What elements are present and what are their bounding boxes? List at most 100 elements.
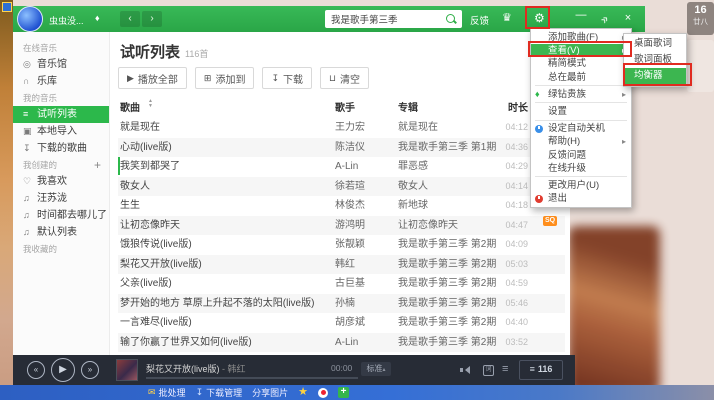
- mini-mode-button[interactable]: »: [597, 12, 611, 26]
- play-button[interactable]: ▶: [51, 358, 75, 382]
- nav-back-button[interactable]: ‹: [120, 11, 140, 27]
- menu-item-help[interactable]: 帮助(H)▸: [531, 135, 631, 148]
- table-row[interactable]: 敬女人徐若瑄敬女人04:14: [118, 177, 565, 197]
- heart-icon: ♡: [23, 173, 37, 190]
- group-online-music-label: 在线音乐: [13, 40, 109, 56]
- menu-item-exit[interactable]: 退出: [531, 192, 631, 205]
- sort-icon[interactable]: ▲▼: [148, 99, 156, 109]
- menu-item-compact-mode[interactable]: 精简模式: [531, 57, 631, 70]
- header-artist[interactable]: 歌手: [335, 99, 355, 114]
- menu-item-online-update[interactable]: 在线升级: [531, 162, 631, 175]
- table-row[interactable]: 心动(live版)陈洁仪我是歌手第三季 第1期04:36: [118, 138, 565, 158]
- cell-duration: 05:03: [462, 255, 528, 275]
- cell-artist: A-Lin: [335, 157, 393, 177]
- taskbar-item-download-manager[interactable]: ↧下载管理: [196, 386, 243, 399]
- group-my-music-label: 我的音乐: [13, 90, 109, 106]
- desktop-shortcut-icon[interactable]: [2, 2, 12, 12]
- vip-diamond-icon: ♦: [95, 13, 100, 23]
- playlist-toggle[interactable]: ≡116: [519, 360, 563, 380]
- cell-artist: 王力宏: [335, 118, 393, 138]
- menu-item-green-diamond-vip[interactable]: ♦绿钻贵族▸: [531, 88, 631, 101]
- volume-icon[interactable]: [460, 365, 472, 375]
- table-row[interactable]: 让初恋像昨天游鸿明让初恋像昨天04:47SQ: [118, 216, 565, 236]
- menu-item-help-label: 帮助(H): [548, 136, 580, 147]
- menu-item-always-on-top[interactable]: 总在最前: [531, 71, 631, 84]
- menu-item-switch-user[interactable]: 更改用户(U): [531, 179, 631, 192]
- table-row[interactable]: 梨花又开放(live版)韩红我是歌手第三季 第2期05:03: [118, 255, 565, 275]
- avatar[interactable]: [17, 6, 43, 32]
- header-duration[interactable]: 时长: [462, 99, 528, 114]
- taskbar-item-share-pictures[interactable]: 分享图片: [252, 386, 288, 399]
- search-icon[interactable]: [446, 14, 455, 23]
- table-row[interactable]: 输了你赢了世界又如何(live版)A-Lin我是歌手第三季 第2期03:52: [118, 333, 565, 353]
- add-to-button[interactable]: ⊞添加到: [195, 67, 255, 89]
- menu-item-feedback-issue[interactable]: 反馈问题: [531, 149, 631, 162]
- sidebar-item-local-import[interactable]: ▣本地导入: [13, 123, 109, 140]
- music-hall-icon: ◎: [23, 56, 37, 73]
- header-album[interactable]: 专辑: [398, 99, 418, 114]
- sidebar: 在线音乐◎音乐馆∩乐库我的音乐≡试听列表▣本地导入↧下载的歌曲我创建的+♡我喜欢…: [13, 32, 110, 355]
- album-art[interactable]: [116, 359, 138, 381]
- taskbar-item-batch[interactable]: ✉批处理: [148, 386, 186, 399]
- table-row[interactable]: 父亲(live版)古巨基我是歌手第三季 第2期04:59: [118, 274, 565, 294]
- star-bookmark-icon[interactable]: ★: [298, 387, 308, 398]
- cell-artist: 林俊杰: [335, 196, 393, 216]
- cell-song: 饿狼传说(live版): [120, 235, 192, 255]
- sidebar-item-playlist-wangsulong[interactable]: ♫汪苏泷: [13, 190, 109, 207]
- sidebar-item-listen-list[interactable]: ≡试听列表: [13, 106, 109, 123]
- sidebar-item-default-playlist[interactable]: ♫默认列表: [13, 224, 109, 241]
- previous-button[interactable]: «: [27, 361, 45, 379]
- table-row[interactable]: 梦开始的地方 草原上升起不落的太阳(live版)孙楠我是歌手第三季 第2期05:…: [118, 294, 565, 314]
- menu-item-compact-mode-label: 精简模式: [548, 58, 586, 69]
- menu-item-feedback-issue-label: 反馈问题: [548, 150, 586, 161]
- lyric-panel-icon[interactable]: 词: [483, 365, 494, 376]
- menu-separator: [535, 120, 627, 121]
- next-button[interactable]: »: [81, 361, 99, 379]
- sidebar-item-music-hall[interactable]: ◎音乐馆: [13, 56, 109, 73]
- table-row[interactable]: 一言难尽(live版)胡彦斌我是歌手第三季 第2期04:40: [118, 313, 565, 333]
- cell-song: 梨花又开放(live版): [120, 255, 202, 275]
- weibo-icon[interactable]: [318, 388, 328, 398]
- quality-selector[interactable]: 标准▴: [361, 362, 391, 376]
- sidebar-item-my-favorites[interactable]: ♡我喜欢: [13, 173, 109, 190]
- song-table: 就是现在王力宏就是现在04:12心动(live版)陈洁仪我是歌手第三季 第1期0…: [118, 118, 565, 352]
- clear-button[interactable]: ⊔清空: [320, 67, 369, 89]
- cell-artist: 张靓颖: [335, 235, 393, 255]
- add-plus-icon[interactable]: +: [338, 387, 349, 398]
- cell-song: 让初恋像昨天: [120, 216, 180, 236]
- close-button[interactable]: ×: [621, 12, 635, 24]
- create-playlist-button[interactable]: +: [94, 157, 101, 173]
- table-header: 歌曲 ▲▼ 歌手 专辑 时长: [118, 96, 565, 116]
- username[interactable]: 虫虫没...: [49, 14, 84, 27]
- search-input[interactable]: [325, 10, 445, 28]
- table-row[interactable]: 就是现在王力宏就是现在04:12: [118, 118, 565, 138]
- download-button[interactable]: ↧下载: [262, 67, 312, 89]
- now-playing[interactable]: 梨花又开放(live版) - 韩红: [146, 362, 246, 375]
- menu-item-settings[interactable]: 设置: [531, 105, 631, 118]
- menu-item-always-on-top-label: 总在最前: [548, 72, 586, 83]
- download-arrow-icon: ↧: [196, 387, 204, 398]
- sidebar-item-music-hall-label: 音乐馆: [37, 59, 67, 70]
- progress-bar[interactable]: [146, 377, 358, 379]
- note-icon: ♫: [23, 207, 37, 224]
- table-row[interactable]: 生生林俊杰新地球04:18SQ: [118, 196, 565, 216]
- vip-crown-icon[interactable]: ♛: [502, 11, 512, 24]
- table-row[interactable]: ▶⊞↧⋯我笑到都哭了A-Lin罪恶感04:29: [118, 157, 565, 177]
- submenu-item-desktop-lyrics-label: 桌面歌词: [634, 38, 672, 49]
- table-row[interactable]: 饿狼传说(live版)张靓颖我是歌手第三季 第2期04:09: [118, 235, 565, 255]
- sidebar-item-downloaded-songs[interactable]: ↧下载的歌曲: [13, 140, 109, 157]
- playlist-count: 116: [538, 364, 553, 374]
- header-song[interactable]: 歌曲: [120, 99, 140, 114]
- sidebar-item-library[interactable]: ∩乐库: [13, 73, 109, 90]
- minimize-button[interactable]: —: [574, 9, 588, 21]
- submenu-item-desktop-lyrics[interactable]: 桌面歌词: [624, 36, 686, 52]
- feedback-link[interactable]: 反馈: [470, 13, 489, 27]
- cell-duration: 04:12: [462, 118, 528, 138]
- play-all-button[interactable]: ▶播放全部: [118, 67, 187, 89]
- sidebar-item-playlist-time[interactable]: ♫时间都去哪儿了: [13, 207, 109, 224]
- note-icon: ♫: [23, 190, 37, 207]
- menu-item-auto-shutdown[interactable]: 设定自动关机: [531, 122, 631, 135]
- desktop-lyric-icon[interactable]: ≡: [502, 363, 508, 375]
- nav-forward-button[interactable]: ›: [142, 11, 162, 27]
- exit-icon: [535, 195, 543, 203]
